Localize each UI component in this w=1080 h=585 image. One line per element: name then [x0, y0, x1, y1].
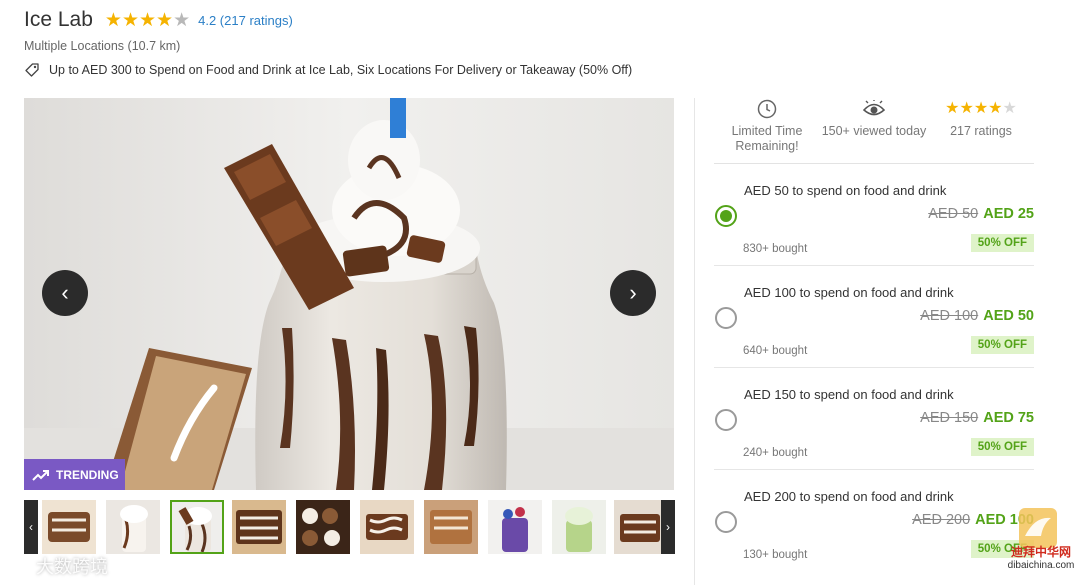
- chevron-right-icon: ›: [629, 280, 637, 305]
- option-row[interactable]: AED 150 to spend on food and drink AED 1…: [714, 368, 1034, 470]
- option-title: AED 50 to spend on food and drink: [744, 183, 947, 198]
- stat-viewed: 150+ viewed today: [820, 98, 928, 163]
- stat-viewed-label: 150+ viewed today: [821, 124, 927, 138]
- original-price: AED 200: [912, 512, 971, 528]
- tag-icon: [25, 63, 39, 77]
- deal-stats: Limited Time Remaining! 150+ viewed toda…: [714, 98, 1034, 164]
- stat-rating-stars: ★ ★ ★ ★ ★: [928, 98, 1034, 120]
- watermark-text: 大数跨境: [36, 557, 108, 577]
- bought-count: 830+ bought: [743, 243, 808, 255]
- thumbnail-image: [360, 500, 414, 554]
- discount-badge: 50% OFF: [970, 438, 1034, 456]
- thumbnail[interactable]: [42, 500, 96, 554]
- original-price: AED 150: [920, 410, 979, 426]
- trending-badge: TRENDING: [24, 459, 125, 490]
- sale-price: AED 75: [983, 410, 1034, 426]
- stat-limited-label: Limited Time Remaining!: [731, 124, 803, 153]
- bought-count: 640+ bought: [743, 345, 808, 357]
- thumbnail-strip: ‹ ›: [24, 500, 676, 554]
- hero-image: ‹ › TRENDING: [24, 98, 674, 490]
- column-divider: [694, 98, 695, 585]
- option-title: AED 100 to spend on food and drink: [744, 285, 954, 300]
- discount-badge: 50% OFF: [970, 234, 1034, 252]
- thumbs-next-button[interactable]: ›: [661, 500, 675, 554]
- option-prices: AED 150 AED 75: [920, 410, 1034, 426]
- stat-ratings: ★ ★ ★ ★ ★ 217 ratings: [928, 98, 1034, 163]
- original-price: AED 50: [928, 206, 979, 222]
- sale-price: AED 25: [983, 206, 1034, 222]
- rating-stars: ★ ★ ★ ★ ★: [105, 11, 190, 30]
- thumbnail-image: [614, 500, 668, 554]
- option-radio[interactable]: [715, 205, 737, 227]
- sale-price: AED 50: [983, 308, 1034, 324]
- location-text: Multiple Locations (10.7 km): [24, 39, 181, 53]
- thumbnail-image: [106, 500, 160, 554]
- star-icon: ★: [156, 9, 174, 31]
- option-radio[interactable]: [715, 307, 737, 329]
- thumbnail-image: [42, 500, 96, 554]
- thumbnail[interactable]: [360, 500, 414, 554]
- star-icon: ★: [973, 100, 989, 117]
- stat-ratings-label: 217 ratings: [950, 124, 1012, 138]
- merchant-title: Ice Lab: [24, 8, 93, 31]
- option-row[interactable]: AED 50 to spend on food and drink AED 50…: [714, 164, 1034, 266]
- option-title: AED 150 to spend on food and drink: [744, 387, 954, 402]
- corner-watermark-url: dibaichina.com: [1007, 560, 1075, 571]
- bought-count: 130+ bought: [743, 549, 808, 561]
- thumbnail-image: [172, 502, 222, 552]
- star-icon: ★: [121, 9, 139, 31]
- stat-limited-time: Limited Time Remaining!: [714, 98, 820, 163]
- thumbnail[interactable]: [232, 500, 286, 554]
- deal-title: Up to AED 300 to Spend on Food and Drink…: [49, 63, 633, 77]
- thumbnail[interactable]: [552, 500, 606, 554]
- option-prices: AED 50 AED 25: [928, 206, 1034, 222]
- deal-summary: Up to AED 300 to Spend on Food and Drink…: [24, 62, 1060, 78]
- star-icon: ★: [138, 9, 157, 31]
- thumbnail-image: [424, 500, 478, 554]
- thumbnail-image: [296, 500, 350, 554]
- thumbs-prev-button[interactable]: ‹: [24, 500, 38, 554]
- star-empty-icon: ★: [173, 9, 191, 31]
- option-row[interactable]: AED 200 to spend on food and drink AED 2…: [714, 470, 1034, 572]
- bought-count: 240+ bought: [743, 447, 808, 459]
- watermark-left: 大数跨境: [10, 553, 108, 579]
- thumbnail[interactable]: [106, 500, 160, 554]
- thumbnail-image: [488, 500, 542, 554]
- star-icon: ★: [104, 9, 122, 31]
- trending-label: TRENDING: [56, 467, 119, 482]
- milkshake-photo: [24, 98, 674, 490]
- discount-badge: 50% OFF: [970, 336, 1034, 354]
- option-radio[interactable]: [715, 409, 737, 431]
- corner-watermark-name: 迪拜中华网: [1010, 545, 1071, 559]
- star-empty-icon: ★: [1002, 100, 1017, 117]
- purchase-panel: Limited Time Remaining! 150+ viewed toda…: [714, 98, 1034, 572]
- corner-logo-icon: [1019, 508, 1057, 548]
- thumbnail[interactable]: [488, 500, 542, 554]
- thumbnail[interactable]: [614, 500, 668, 554]
- star-icon: ★: [988, 100, 1003, 117]
- option-radio[interactable]: [715, 511, 737, 533]
- star-icon: ★: [945, 100, 960, 117]
- trending-up-icon: [32, 469, 49, 481]
- original-price: AED 100: [920, 308, 979, 324]
- option-title: AED 200 to spend on food and drink: [744, 489, 954, 504]
- thumbnail[interactable]: [424, 500, 478, 554]
- chevron-left-icon: ‹: [29, 520, 33, 534]
- thumbnail-image: [232, 500, 286, 554]
- watermark-logo-icon: [10, 560, 30, 572]
- star-icon: ★: [959, 100, 974, 117]
- gallery-prev-button[interactable]: ‹: [42, 270, 88, 316]
- thumbnail-image: [552, 500, 606, 554]
- ratings-link[interactable]: 4.2 (217 ratings): [198, 13, 293, 28]
- chevron-right-icon: ›: [666, 520, 670, 534]
- chevron-left-icon: ‹: [61, 280, 69, 305]
- eye-icon: [862, 100, 886, 116]
- gallery-next-button[interactable]: ›: [610, 270, 656, 316]
- option-row[interactable]: AED 100 to spend on food and drink AED 1…: [714, 266, 1034, 368]
- thumbnail[interactable]: [296, 500, 350, 554]
- clock-icon: [757, 99, 777, 119]
- option-prices: AED 100 AED 50: [920, 308, 1034, 324]
- deal-header: Ice Lab ★ ★ ★ ★ ★ 4.2 (217 ratings) Mult…: [24, 6, 1060, 78]
- thumbnail-active[interactable]: [170, 500, 224, 554]
